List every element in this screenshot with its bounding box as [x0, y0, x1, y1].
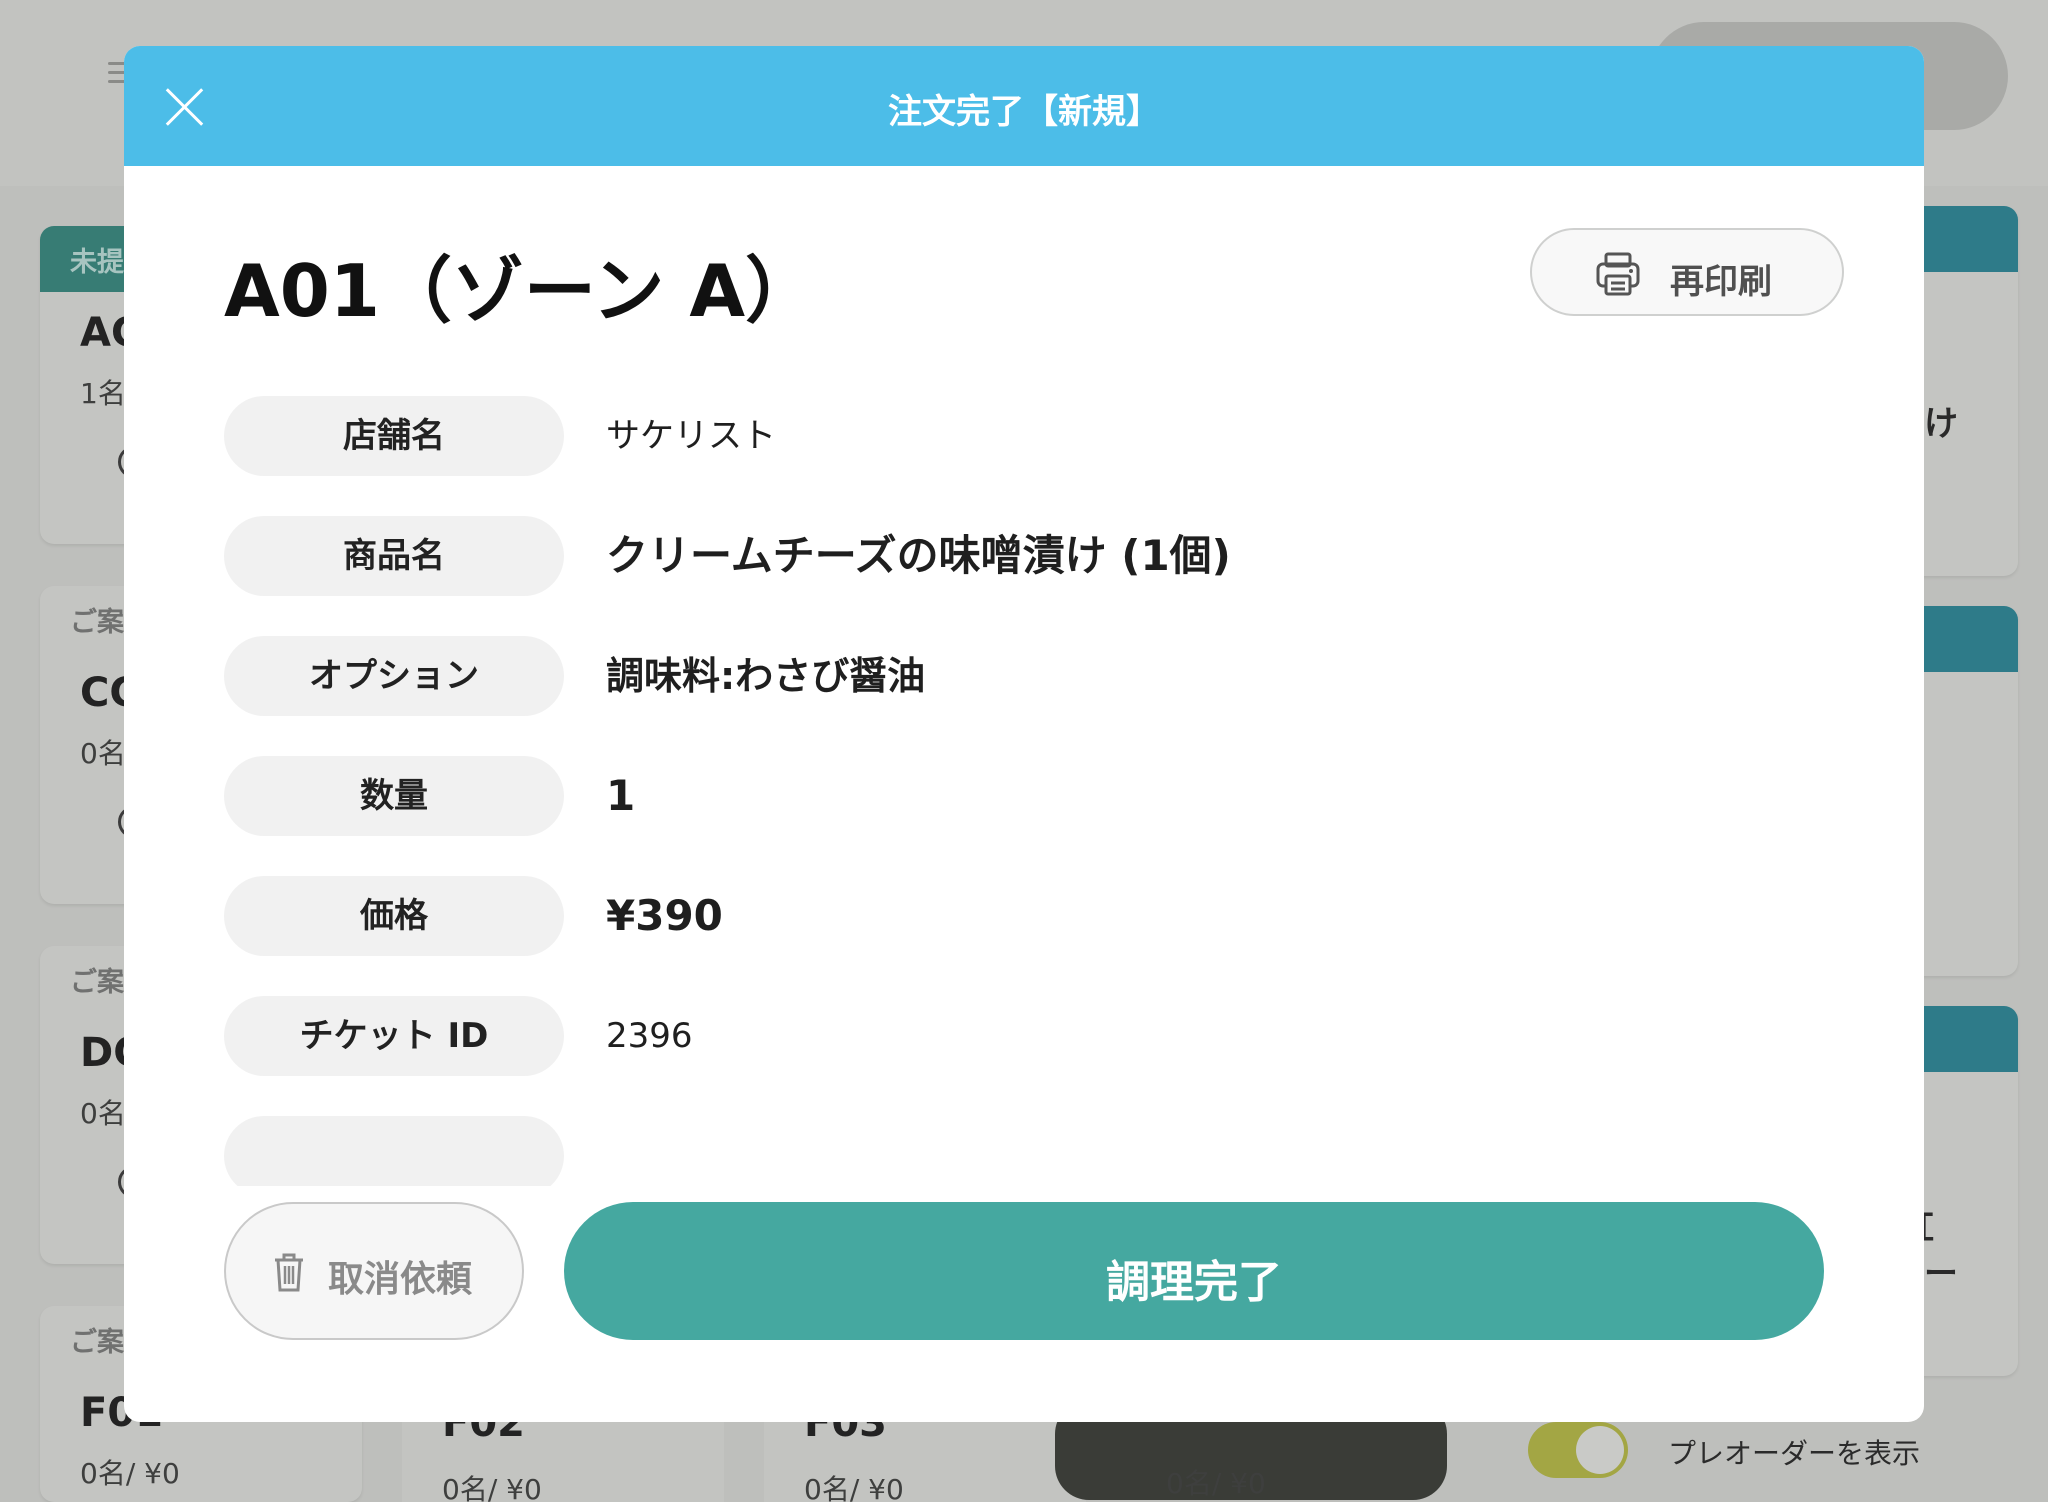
detail-row-ticket-id: チケット ID 2396	[224, 996, 1844, 1076]
cooking-complete-label: 調理完了	[1106, 1257, 1282, 1308]
detail-value: 2396	[606, 1016, 693, 1056]
order-complete-dialog: 注文完了【新規】 A01（ゾーン A） 再印刷 店舗名 サケリスト 商品名 クリ…	[124, 46, 1924, 1422]
table-card-guests: 0名/ ¥0	[80, 1457, 180, 1490]
detail-label	[224, 1116, 564, 1186]
table-card-guests: 0名/ ¥0	[442, 1473, 542, 1502]
detail-value: 調味料:わさび醤油	[606, 654, 926, 698]
detail-value: サケリスト	[606, 416, 776, 456]
detail-row-option: オプション 調味料:わさび醤油	[224, 636, 1844, 716]
order-item-fragment: ー	[1924, 1254, 1958, 1294]
detail-value: 1	[606, 771, 636, 820]
detail-row-quantity: 数量 1	[224, 756, 1844, 836]
table-card[interactable]: 0名/ ¥0	[1126, 1420, 1448, 1502]
table-card-guests: 0名/ ¥0	[804, 1473, 904, 1502]
detail-value: ¥390	[606, 891, 723, 940]
detail-label: 店舗名	[224, 396, 564, 476]
detail-row-price: 価格 ¥390	[224, 876, 1844, 956]
detail-row-partial	[224, 1116, 1844, 1186]
reprint-label: 再印刷	[1670, 262, 1772, 302]
dialog-header: 注文完了【新規】	[124, 46, 1924, 166]
trash-icon	[275, 1253, 303, 1292]
detail-label: 商品名	[224, 516, 564, 596]
detail-row-product: 商品名 クリームチーズの味噌漬け (1個)	[224, 516, 1844, 596]
cancel-request-label: 取消依頼	[328, 1259, 473, 1300]
reprint-button[interactable]: 再印刷	[1530, 228, 1844, 316]
detail-label: 数量	[224, 756, 564, 836]
dialog-title: 注文完了【新規】	[888, 92, 1160, 132]
table-card-guests: 0名/ ¥0	[1166, 1467, 1266, 1500]
order-item-fragment: け	[1924, 404, 1958, 444]
toggle-knob	[1576, 1426, 1624, 1474]
printer-icon	[1596, 252, 1640, 296]
detail-value: クリームチーズの味噌漬け (1個)	[606, 531, 1231, 580]
detail-label: 価格	[224, 876, 564, 956]
preorder-toggle[interactable]	[1528, 1422, 1628, 1478]
detail-label: オプション	[224, 636, 564, 716]
cooking-complete-button[interactable]: 調理完了	[564, 1202, 1824, 1340]
preorder-label: プレオーダーを表示	[1668, 1437, 1921, 1470]
detail-row-store: 店舗名 サケリスト	[224, 396, 1844, 476]
cancel-request-button[interactable]: 取消依頼	[224, 1202, 524, 1340]
order-detail-list[interactable]: 店舗名 サケリスト 商品名 クリームチーズの味噌漬け (1個) オプション 調味…	[224, 396, 1844, 1186]
table-title: A01（ゾーン A）	[224, 249, 818, 333]
detail-label: チケット ID	[224, 996, 564, 1076]
